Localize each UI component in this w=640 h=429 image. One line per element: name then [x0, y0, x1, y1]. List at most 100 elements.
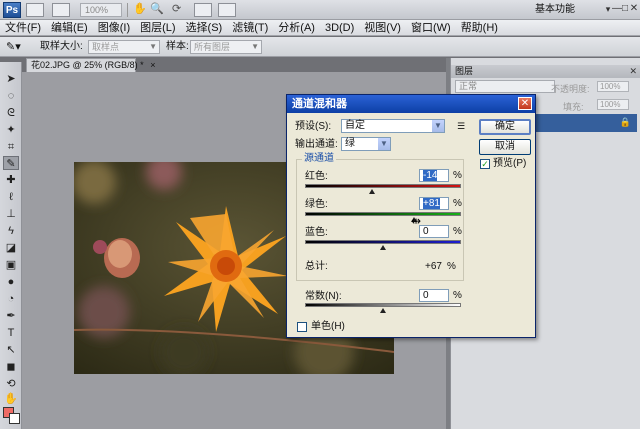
blue-value: 0	[423, 226, 429, 237]
sample-select[interactable]: 所有图层 ▼	[190, 40, 262, 54]
total-value: +67	[425, 261, 442, 272]
constant-slider-track[interactable]	[305, 303, 461, 307]
arrange-documents-icon[interactable]	[194, 3, 212, 17]
output-channel-label: 输出通道:	[295, 139, 338, 150]
blue-value-field[interactable]: 0	[419, 225, 449, 238]
dialog-close-button[interactable]: ✕	[518, 97, 532, 110]
hand-tool-icon[interactable]: ✋	[133, 3, 147, 17]
move-tool-icon[interactable]: ➤	[3, 72, 19, 86]
close-icon[interactable]: ✕	[629, 65, 637, 78]
close-button[interactable]: ✕	[628, 3, 640, 15]
eyedropper-icon[interactable]: ✎▾	[6, 40, 28, 54]
rotate-view-icon[interactable]: ⟳	[172, 3, 186, 17]
monochrome-checkbox[interactable]	[297, 322, 307, 332]
menu-bar: 文件(F) 编辑(E) 图像(I) 图层(L) 选择(S) 滤镜(T) 分析(A…	[0, 20, 640, 36]
pen-tool-icon[interactable]: ✒	[3, 309, 19, 323]
bridge-icon[interactable]	[26, 3, 44, 17]
eraser-tool-icon[interactable]: ◪	[3, 241, 19, 255]
clone-stamp-icon[interactable]: ⊥	[3, 207, 19, 221]
tools-panel: ➤ ◌ ᘓ ✦ ⌗ ✎ ✚ ℓ ⊥ ϟ ◪ ▣ ● ◔ ✒ T ↖ ◼ ⟲ ✋	[0, 62, 22, 429]
shape-tool-icon[interactable]: ◼	[3, 360, 19, 374]
red-value: -14	[423, 170, 438, 181]
menu-view[interactable]: 视图(V)	[359, 20, 406, 35]
quick-select-tool-icon[interactable]: ✦	[3, 123, 19, 137]
red-label: 红色:	[305, 171, 328, 182]
percent-sign: %	[447, 261, 456, 272]
workspace-switcher[interactable]: 基本功能	[535, 3, 599, 17]
menu-help[interactable]: 帮助(H)	[456, 20, 503, 35]
marquee-tool-icon[interactable]: ◌	[3, 89, 19, 103]
fill-field[interactable]: 100%	[597, 99, 629, 110]
gradient-tool-icon[interactable]: ▣	[3, 258, 19, 272]
constant-value: 0	[423, 290, 429, 301]
cancel-button[interactable]: 取消	[479, 139, 531, 155]
ps-logo: Ps	[3, 2, 21, 18]
menu-filter[interactable]: 滤镜(T)	[227, 20, 273, 35]
options-bar: ✎▾ 取样大小: 取样点 ▼ 样本: 所有图层 ▼	[0, 37, 640, 57]
chevron-down-icon: ▼	[251, 42, 259, 51]
sample-size-select[interactable]: 取样点 ▼	[88, 40, 160, 54]
blur-tool-icon[interactable]: ●	[3, 275, 19, 289]
menu-edit[interactable]: 编辑(E)	[46, 20, 93, 35]
constant-value-field[interactable]: 0	[419, 289, 449, 302]
preview-checkbox[interactable]: ✓	[480, 159, 490, 169]
preset-options-icon[interactable]: ☰	[457, 120, 465, 132]
output-channel-select[interactable]: 绿 ▼	[341, 137, 391, 151]
background-color-swatch[interactable]	[9, 413, 20, 424]
fill-label: 填充:	[563, 102, 584, 112]
menu-3d[interactable]: 3D(D)	[320, 20, 359, 35]
red-value-field[interactable]: -14	[419, 169, 449, 182]
blend-mode-select[interactable]: 正常	[455, 80, 555, 93]
menu-file[interactable]: 文件(F)	[0, 20, 46, 35]
ok-button[interactable]: 确定	[479, 119, 531, 135]
separator	[127, 3, 128, 17]
menu-select[interactable]: 选择(S)	[181, 20, 228, 35]
constant-label: 常数(N):	[305, 291, 342, 302]
opacity-field[interactable]: 100%	[597, 81, 629, 92]
tab-layers[interactable]: 图层	[455, 65, 473, 78]
green-slider-track[interactable]	[305, 212, 461, 216]
menu-analysis[interactable]: 分析(A)	[273, 20, 320, 35]
percent-sign: %	[453, 226, 462, 237]
view-extras-icon[interactable]	[52, 3, 70, 17]
type-tool-icon[interactable]: T	[3, 326, 19, 340]
document-tab[interactable]: 花02.JPG @ 25% (RGB/8) * ×	[26, 58, 155, 72]
photoshop-window: Ps 100% ✋ 🔍 ⟳ 基本功能 ▾ — □ ✕ 文件(F) 编辑(E) 图…	[0, 0, 640, 429]
blue-slider-track[interactable]	[305, 240, 461, 244]
healing-brush-icon[interactable]: ✚	[3, 173, 19, 187]
dodge-tool-icon[interactable]: ◔	[3, 292, 19, 306]
constant-slider-thumb[interactable]	[380, 308, 386, 313]
crop-tool-icon[interactable]: ⌗	[3, 140, 19, 154]
screen-mode-icon[interactable]	[218, 3, 236, 17]
history-brush-icon[interactable]: ϟ	[3, 224, 19, 238]
percent-sign: %	[453, 198, 462, 209]
hand-tool-icon[interactable]: ✋	[3, 392, 19, 406]
green-value-field[interactable]: +81	[419, 197, 449, 210]
zoom-level-select[interactable]: 100%	[80, 3, 122, 17]
panel-header: 图层 ✕	[451, 65, 640, 78]
percent-sign: %	[453, 290, 462, 301]
brush-tool-icon[interactable]: ℓ	[3, 190, 19, 204]
eyedropper-tool-icon[interactable]: ✎	[3, 156, 19, 170]
menu-image[interactable]: 图像(I)	[93, 20, 135, 35]
percent-sign: %	[453, 170, 462, 181]
document-title: 花02.JPG @ 25% (RGB/8) *	[31, 60, 144, 70]
blue-slider-thumb[interactable]	[380, 245, 386, 250]
total-label: 总计:	[305, 261, 328, 272]
red-slider-track[interactable]	[305, 184, 461, 188]
chevron-down-icon: ▼	[378, 138, 390, 150]
dialog-title: 通道混和器	[287, 95, 535, 113]
path-select-icon[interactable]: ↖	[3, 343, 19, 357]
preset-select[interactable]: 自定 ▼	[341, 119, 445, 133]
zoom-tool-icon[interactable]: 🔍	[150, 3, 164, 17]
menu-layer[interactable]: 图层(L)	[135, 20, 180, 35]
lasso-tool-icon[interactable]: ᘓ	[3, 106, 19, 120]
monochrome-label: 单色(H)	[311, 321, 345, 332]
3d-rotate-icon[interactable]: ⟲	[3, 377, 19, 391]
close-icon[interactable]: ×	[150, 60, 155, 70]
preset-label: 预设(S):	[295, 121, 332, 132]
sample-label: 样本:	[166, 41, 189, 52]
red-slider-thumb[interactable]	[369, 189, 376, 194]
lock-icon: 🔒	[619, 117, 631, 127]
menu-window[interactable]: 窗口(W)	[406, 20, 456, 35]
